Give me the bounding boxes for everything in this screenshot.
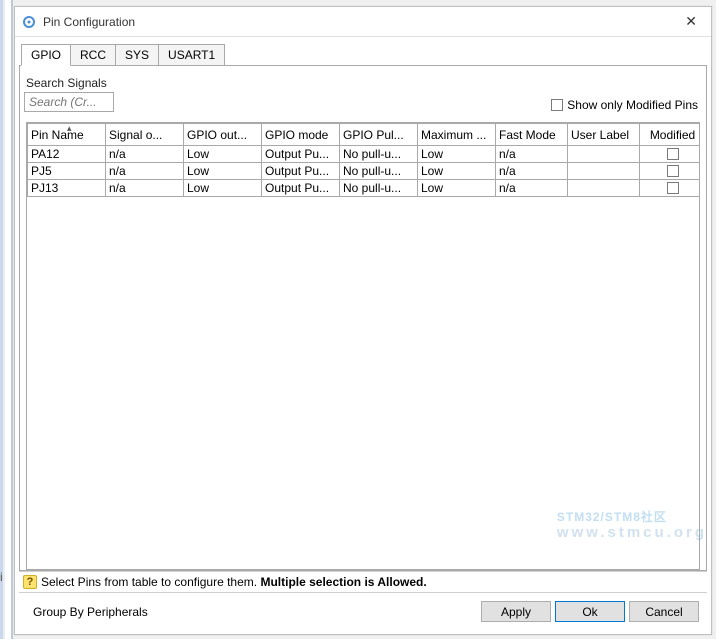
hint-text: Select Pins from table to configure them… <box>41 575 427 589</box>
column-header[interactable]: User Label <box>568 124 640 146</box>
checkbox-icon <box>667 148 679 160</box>
tab-gpio[interactable]: GPIO <box>21 44 71 66</box>
table-cell: Output Pu... <box>262 146 340 163</box>
table-row[interactable]: PJ5n/aLowOutput Pu...No pull-u...Lown/a <box>28 163 701 180</box>
column-header[interactable]: Fast Mode <box>496 124 568 146</box>
checkbox-icon <box>667 182 679 194</box>
column-header[interactable]: GPIO Pul... <box>340 124 418 146</box>
group-by-peripherals-checkbox[interactable]: Group By Peripherals <box>27 605 148 619</box>
table-cell: PA12 <box>28 146 106 163</box>
tab-usart1[interactable]: USART1 <box>159 44 225 66</box>
table-cell: Low <box>418 163 496 180</box>
apply-button[interactable]: Apply <box>481 601 551 622</box>
modified-cell[interactable] <box>640 163 701 180</box>
table-cell: n/a <box>106 146 184 163</box>
close-button[interactable]: ✕ <box>679 9 703 34</box>
tab-strip: GPIORCCSYSUSART1 <box>21 43 707 65</box>
table-cell: PJ13 <box>28 180 106 197</box>
table-row[interactable]: PA12n/aLowOutput Pu...No pull-u...Lown/a <box>28 146 701 163</box>
table-cell: No pull-u... <box>340 146 418 163</box>
search-label: Search Signals <box>26 76 114 90</box>
pin-config-dialog: Pin Configuration ✕ GPIORCCSYSUSART1 Sea… <box>14 6 712 635</box>
modified-cell[interactable] <box>640 180 701 197</box>
table-cell <box>568 180 640 197</box>
cancel-button[interactable]: Cancel <box>629 601 699 622</box>
column-header[interactable]: GPIO out... <box>184 124 262 146</box>
table-cell: Low <box>418 180 496 197</box>
table-cell: n/a <box>496 180 568 197</box>
table-row[interactable]: PJ13n/aLowOutput Pu...No pull-u...Lown/a <box>28 180 701 197</box>
show-only-modified-checkbox[interactable]: Show only Modified Pins <box>551 98 698 112</box>
checkbox-icon <box>667 165 679 177</box>
title-bar: Pin Configuration ✕ <box>15 7 711 37</box>
table-cell: n/a <box>106 180 184 197</box>
table-cell: Low <box>184 146 262 163</box>
column-header[interactable]: Signal o... <box>106 124 184 146</box>
column-header[interactable]: Modified <box>640 124 701 146</box>
table-cell: No pull-u... <box>340 163 418 180</box>
table-cell <box>568 146 640 163</box>
hint-bar: ? Select Pins from table to configure th… <box>19 571 707 593</box>
tab-rcc[interactable]: RCC <box>71 44 116 66</box>
group-by-peripherals-label: Group By Peripherals <box>33 605 148 619</box>
table-cell: n/a <box>496 146 568 163</box>
column-header[interactable]: GPIO mode <box>262 124 340 146</box>
window-title: Pin Configuration <box>43 15 135 29</box>
modified-cell[interactable] <box>640 146 701 163</box>
table-cell: No pull-u... <box>340 180 418 197</box>
table-cell: PJ5 <box>28 163 106 180</box>
table-cell: Output Pu... <box>262 163 340 180</box>
table-cell: Low <box>184 163 262 180</box>
gear-icon <box>21 14 37 30</box>
ok-button[interactable]: Ok <box>555 601 625 622</box>
show-only-modified-label: Show only Modified Pins <box>567 98 698 112</box>
table-cell: Low <box>418 146 496 163</box>
tab-sys[interactable]: SYS <box>116 44 159 66</box>
table-cell: n/a <box>496 163 568 180</box>
search-input[interactable] <box>24 92 114 112</box>
table-cell: Low <box>184 180 262 197</box>
table-cell <box>568 163 640 180</box>
pins-table: ▴ Pin NameSignal o...GPIO out...GPIO mod… <box>26 122 700 570</box>
table-cell: n/a <box>106 163 184 180</box>
lightbulb-icon: ? <box>23 575 37 589</box>
column-header[interactable]: Pin Name <box>28 124 106 146</box>
checkbox-icon <box>551 99 563 111</box>
column-header[interactable]: Maximum ... <box>418 124 496 146</box>
table-cell: Output Pu... <box>262 180 340 197</box>
